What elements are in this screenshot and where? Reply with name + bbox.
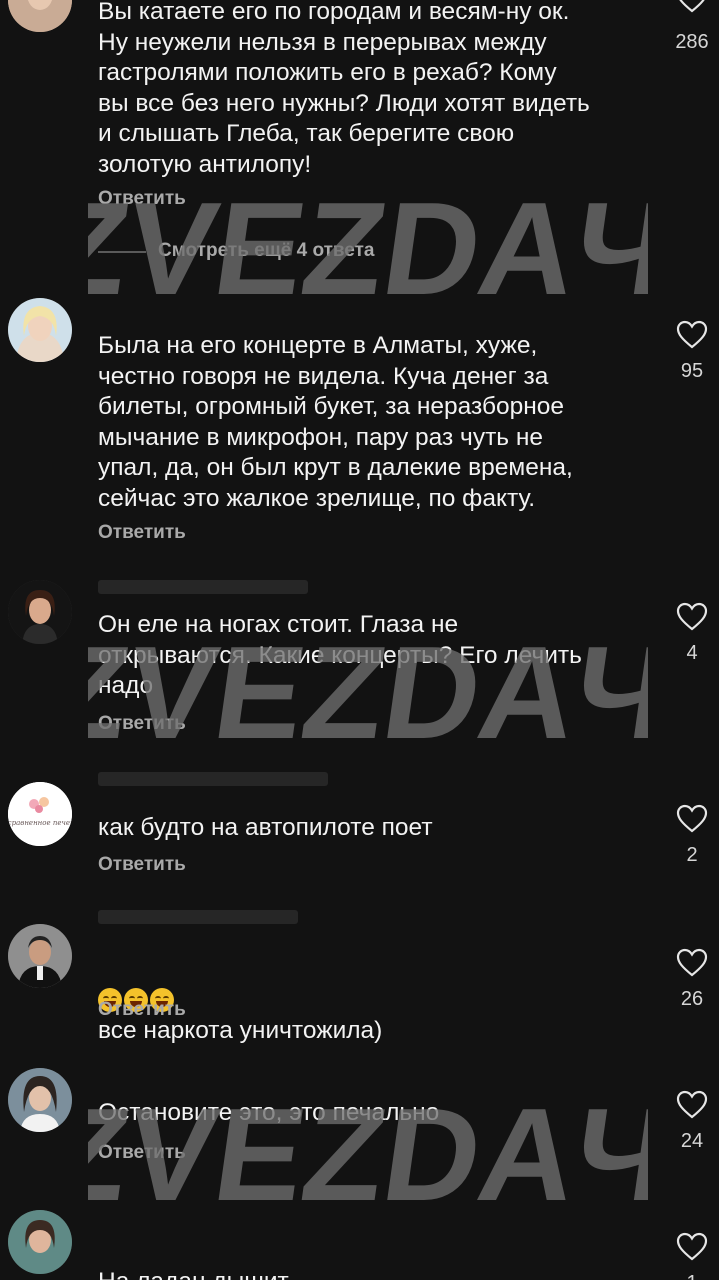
svg-text:Несравненное печенье: Несравненное печенье bbox=[8, 819, 72, 827]
reply-button[interactable]: Ответить bbox=[98, 188, 186, 210]
comment-text-content: все наркота уничтожила) bbox=[98, 1017, 383, 1044]
avatar[interactable] bbox=[8, 1210, 72, 1274]
comment-text-content: На ладан дышит bbox=[98, 1268, 289, 1280]
avatar[interactable] bbox=[8, 1068, 72, 1132]
like-count: 286 bbox=[675, 31, 709, 53]
comment-text: Вы катаете его по городам и весям-ну ок.… bbox=[98, 0, 590, 178]
like-button[interactable]: 2 bbox=[672, 804, 712, 867]
avatar[interactable] bbox=[8, 0, 72, 32]
like-count: 95 bbox=[680, 360, 704, 382]
like-button[interactable]: 26 bbox=[672, 948, 712, 1011]
heart-outline-icon bbox=[676, 804, 708, 833]
heart-outline-icon bbox=[676, 1090, 708, 1119]
reply-button[interactable]: Ответить bbox=[98, 999, 186, 1021]
like-button[interactable]: 1 bbox=[672, 1232, 712, 1280]
comment-text: Остановите это, это печально bbox=[98, 1099, 440, 1126]
author-name[interactable] bbox=[98, 910, 298, 924]
heart-outline-icon bbox=[676, 1232, 708, 1261]
author-name[interactable] bbox=[98, 580, 308, 594]
like-count: 24 bbox=[680, 1130, 704, 1152]
like-button[interactable]: 95 bbox=[672, 320, 712, 383]
avatar[interactable] bbox=[8, 298, 72, 362]
comment-text: Он еле на ногах стоит. Глаза не открываю… bbox=[98, 611, 582, 699]
reply-button[interactable]: Ответить bbox=[98, 713, 186, 735]
author-name[interactable] bbox=[98, 772, 328, 786]
heart-outline-icon bbox=[676, 948, 708, 977]
reply-button[interactable]: Ответить bbox=[98, 1142, 186, 1164]
heart-outline-icon bbox=[676, 320, 708, 349]
view-more-replies-button[interactable]: Смотреть ещё 4 ответа bbox=[158, 240, 375, 262]
like-count: 1 bbox=[672, 1272, 712, 1280]
heart-outline-icon bbox=[676, 602, 708, 631]
like-count: 26 bbox=[680, 988, 704, 1010]
avatar[interactable]: Несравненное печенье bbox=[8, 782, 72, 846]
reply-button[interactable]: Ответить bbox=[98, 854, 186, 876]
avatar[interactable] bbox=[8, 580, 72, 644]
like-button[interactable]: 24 bbox=[672, 1090, 712, 1153]
comments-screen: Вы катаете его по городам и весям-ну ок.… bbox=[0, 0, 719, 1280]
like-button[interactable]: 4 bbox=[672, 602, 712, 665]
comment-text: На ладан дышит bbox=[98, 1236, 658, 1280]
divider bbox=[98, 251, 146, 253]
like-count: 4 bbox=[686, 642, 698, 664]
like-count: 2 bbox=[686, 844, 698, 866]
like-button[interactable]: 286 bbox=[672, 0, 712, 54]
heart-outline-icon bbox=[679, 0, 705, 13]
comment-text: Была на его концерте в Алматы, хуже, чес… bbox=[98, 332, 573, 512]
comment-text: как будто на автопилоте поет bbox=[98, 814, 433, 841]
reply-button[interactable]: Ответить bbox=[98, 522, 186, 544]
avatar[interactable] bbox=[8, 924, 72, 988]
